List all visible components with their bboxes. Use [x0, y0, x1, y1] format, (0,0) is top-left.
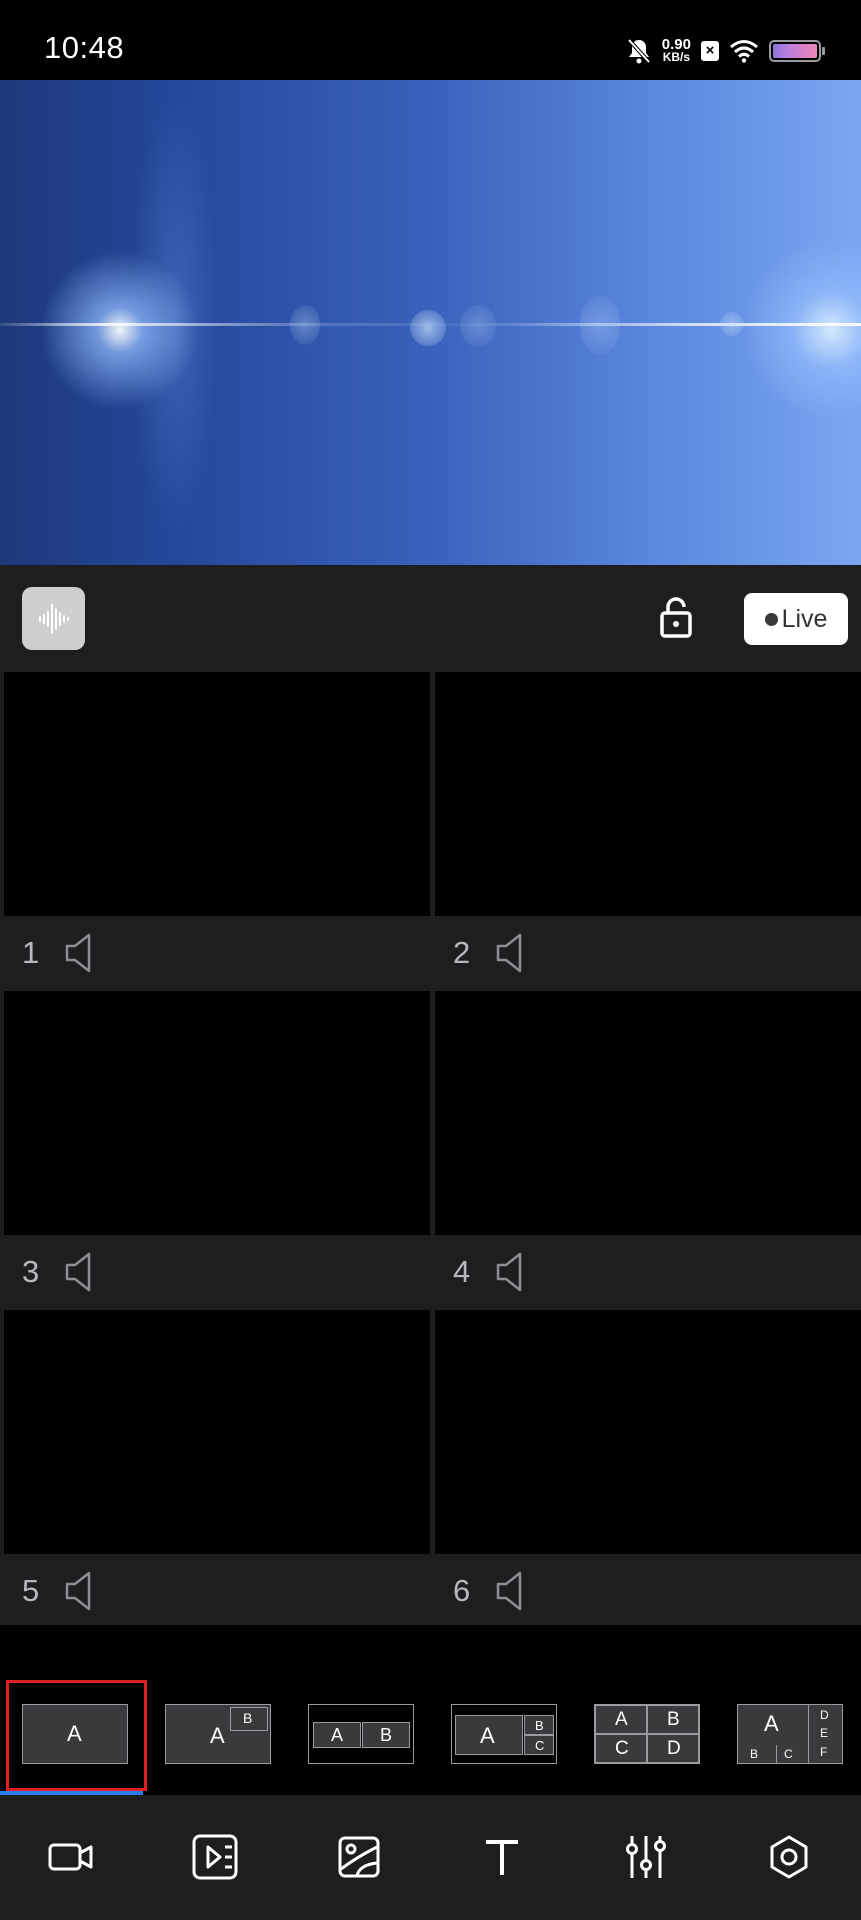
- layout-label: B: [667, 1709, 680, 1730]
- layout-label: F: [820, 1745, 828, 1759]
- source-grid: 1 2 3 4 5 6: [0, 670, 861, 1628]
- layout-label: D: [820, 1708, 829, 1722]
- source-footer: 4: [435, 1235, 861, 1309]
- net-speed: 0.90 KB/s: [662, 37, 691, 64]
- lock-icon[interactable]: [656, 595, 696, 640]
- source-cell-6[interactable]: 6: [435, 1310, 861, 1628]
- source-footer: 1: [4, 916, 430, 990]
- settings-icon: [770, 1835, 808, 1879]
- layout-label: D: [667, 1738, 681, 1759]
- source-number: 3: [22, 1254, 40, 1289]
- source-number: 1: [22, 935, 40, 970]
- nav-text[interactable]: [472, 1827, 532, 1887]
- layout-label: A: [764, 1711, 779, 1736]
- source-number: 5: [22, 1573, 40, 1608]
- layout-option-one-plus-two[interactable]: A B C: [451, 1704, 557, 1764]
- layout-label: A: [615, 1709, 628, 1730]
- nav-mixer[interactable]: [616, 1827, 676, 1887]
- speaker-icon[interactable]: [495, 1251, 529, 1293]
- nav-camera[interactable]: [41, 1827, 101, 1887]
- sim-status-icon: ×: [701, 41, 719, 61]
- layout-option-pip[interactable]: A B: [165, 1704, 271, 1764]
- source-number: 4: [453, 1254, 471, 1289]
- status-time: 10:48: [44, 30, 125, 65]
- source-cell-1[interactable]: 1: [4, 672, 430, 990]
- speaker-icon[interactable]: [64, 1570, 98, 1612]
- layout-label: B: [243, 1710, 253, 1726]
- layout-option-side-by-side[interactable]: A B: [308, 1704, 414, 1764]
- layout-label: B: [535, 1718, 544, 1733]
- sound-wave-icon: [38, 603, 69, 634]
- layout-label: C: [535, 1738, 545, 1753]
- layout-option-six[interactable]: A B C D E F: [737, 1704, 843, 1764]
- source-cell-2[interactable]: 2: [435, 672, 861, 990]
- layout-label: E: [820, 1726, 829, 1740]
- source-footer: 5: [4, 1554, 430, 1628]
- live-indicator-dot: [764, 612, 778, 626]
- camera-icon: [48, 1843, 93, 1871]
- source-number: 2: [453, 935, 471, 970]
- source-number: 6: [453, 1573, 471, 1608]
- mute-bell-icon: [627, 38, 651, 64]
- speaker-icon[interactable]: [495, 932, 529, 974]
- source-footer: 6: [435, 1554, 861, 1628]
- live-label: Live: [781, 604, 828, 633]
- playlist-icon: [192, 1834, 238, 1880]
- nav-playlist[interactable]: [185, 1827, 245, 1887]
- layout-label: A: [210, 1723, 225, 1748]
- audio-mixer-button[interactable]: [22, 587, 85, 650]
- layout-selector: A A B A B A B C A B C D A B C D E F: [0, 1625, 861, 1795]
- layout-label: C: [615, 1738, 629, 1759]
- battery-icon: [769, 40, 825, 62]
- layout-label: B: [380, 1725, 393, 1745]
- text-icon: [486, 1840, 518, 1875]
- nav-image[interactable]: [329, 1827, 389, 1887]
- image-icon: [338, 1836, 380, 1878]
- wifi-icon: [730, 40, 758, 63]
- source-cell-3[interactable]: 3: [4, 991, 430, 1309]
- net-speed-unit: KB/s: [662, 50, 691, 64]
- layout-option-quad[interactable]: A B C D: [594, 1704, 700, 1764]
- speaker-icon[interactable]: [64, 932, 98, 974]
- bottom-nav: [0, 1795, 861, 1920]
- mixer-icon: [626, 1836, 666, 1878]
- layout-label: A: [480, 1723, 495, 1748]
- source-footer: 2: [435, 916, 861, 990]
- speaker-icon[interactable]: [64, 1251, 98, 1293]
- live-button[interactable]: Live: [744, 593, 848, 645]
- control-bar: Live: [0, 565, 861, 670]
- layout-label: A: [331, 1725, 344, 1745]
- source-cell-5[interactable]: 5: [4, 1310, 430, 1628]
- nav-settings[interactable]: [759, 1827, 819, 1887]
- status-icons: 0.90 KB/s ×: [626, 34, 825, 68]
- source-footer: 3: [4, 1235, 430, 1309]
- speaker-icon[interactable]: [495, 1570, 529, 1612]
- layout-label: A: [67, 1721, 82, 1746]
- source-cell-4[interactable]: 4: [435, 991, 861, 1309]
- program-preview: [0, 80, 861, 565]
- layout-option-single[interactable]: A: [22, 1704, 128, 1764]
- layout-label: C: [784, 1747, 793, 1761]
- layout-label: B: [750, 1747, 759, 1761]
- status-bar: 10:48 0.90 KB/s ×: [0, 0, 861, 80]
